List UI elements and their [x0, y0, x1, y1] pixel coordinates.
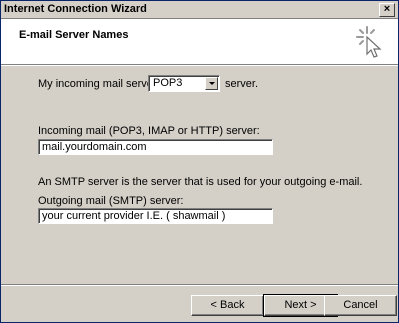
header-divider	[1, 65, 398, 66]
outgoing-server-value: your current provider I.E. ( shawmail )	[42, 210, 226, 222]
wizard-header: E-mail Server Names	[1, 20, 398, 65]
incoming-server-value: mail.yourdomain.com	[42, 141, 147, 153]
footer-divider	[1, 284, 398, 286]
incoming-server-type-select[interactable]: POP3	[148, 75, 220, 92]
smtp-note: An SMTP server is the server that is use…	[38, 176, 363, 188]
wizard-window: Internet Connection Wizard × E-mail Serv…	[0, 0, 399, 323]
incoming-server-type-value: POP3	[153, 77, 183, 89]
outgoing-server-field[interactable]: your current provider I.E. ( shawmail )	[38, 208, 273, 224]
close-button[interactable]: ×	[379, 3, 395, 17]
title-bar: Internet Connection Wizard ×	[1, 1, 398, 20]
wizard-sparkle-cursor-icon	[356, 26, 382, 58]
page-title: E-mail Server Names	[19, 29, 129, 41]
back-button[interactable]: < Back	[191, 295, 264, 316]
window-title: Internet Connection Wizard	[4, 3, 147, 15]
incoming-server-label: Incoming mail (POP3, IMAP or HTTP) serve…	[38, 125, 260, 137]
incoming-type-suffix: server.	[225, 78, 259, 90]
incoming-server-field[interactable]: mail.yourdomain.com	[38, 139, 273, 155]
cancel-button[interactable]: Cancel	[324, 295, 397, 316]
outgoing-server-label: Outgoing mail (SMTP) server:	[38, 195, 184, 207]
chevron-down-icon[interactable]	[205, 77, 218, 90]
